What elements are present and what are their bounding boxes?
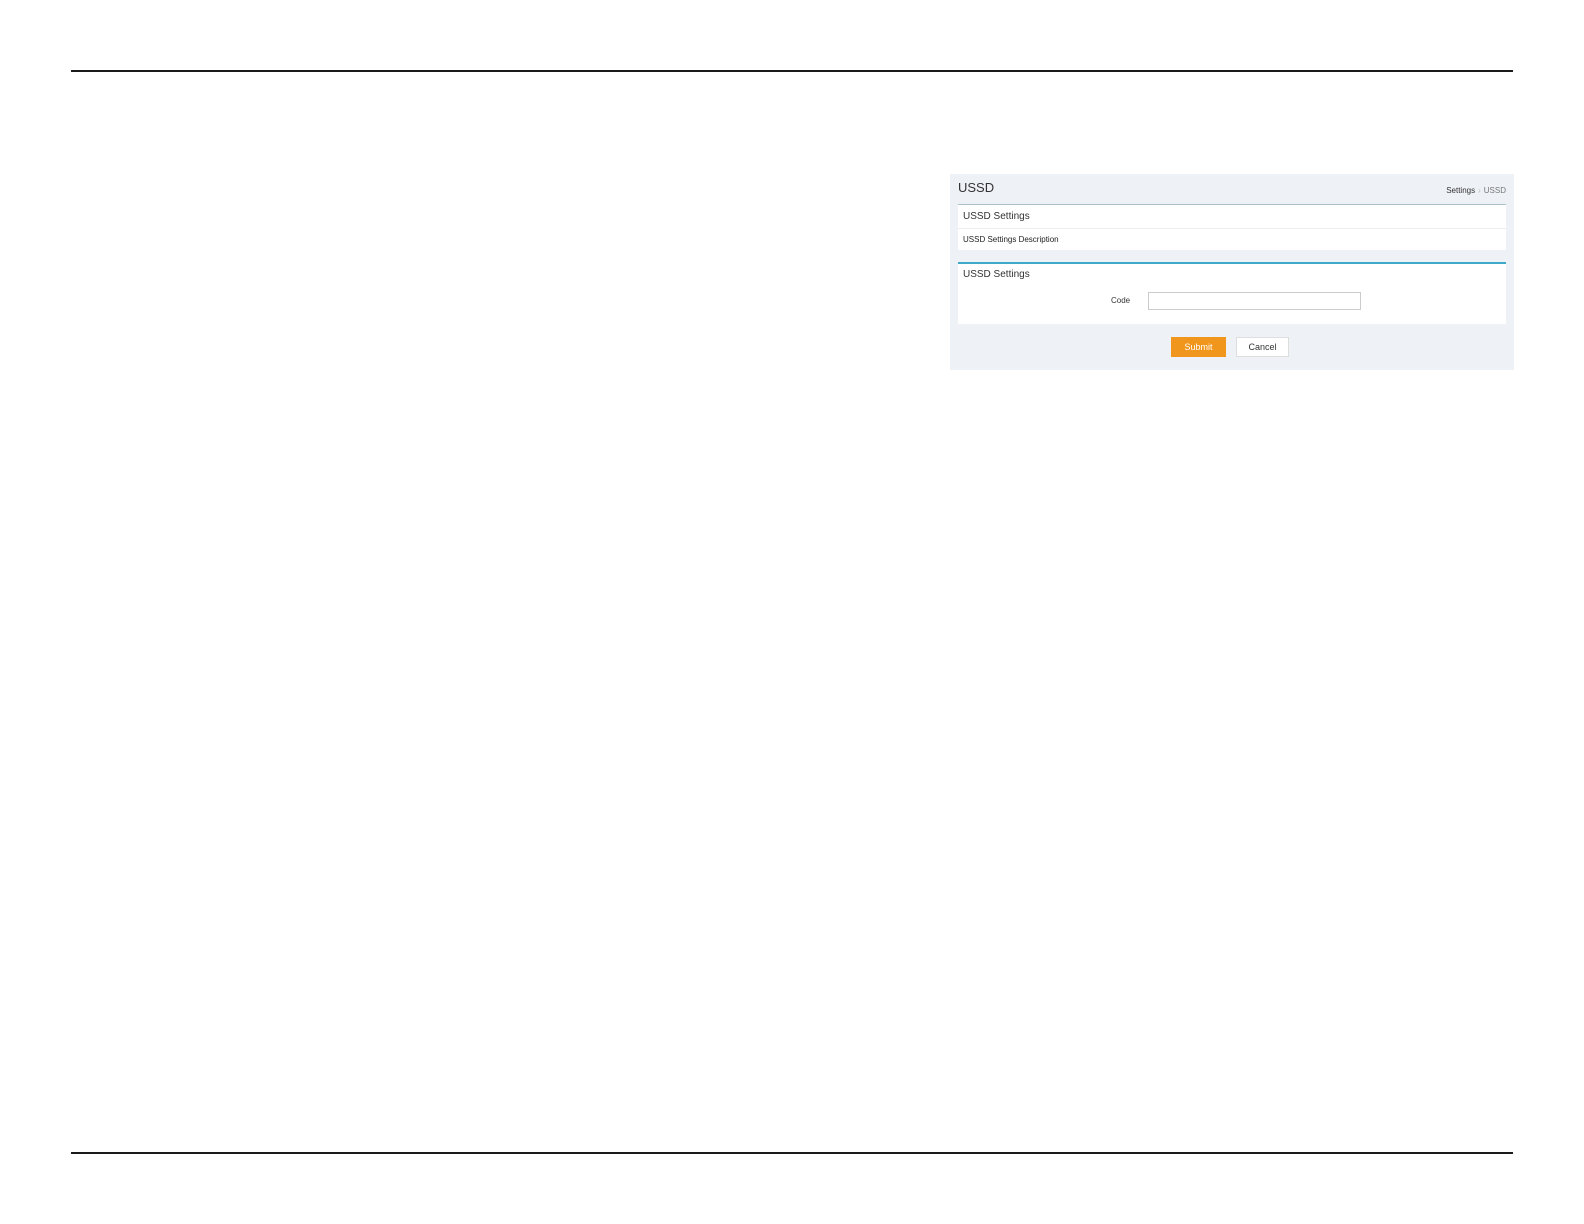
page-header: USSD Settings › USSD: [958, 174, 1506, 205]
breadcrumb-settings[interactable]: Settings: [1446, 186, 1475, 195]
breadcrumb-current: USSD: [1483, 186, 1506, 195]
description-panel: USSD Settings USSD Settings Description: [958, 205, 1506, 250]
breadcrumb-separator: ›: [1478, 186, 1481, 195]
code-label: Code: [1111, 296, 1131, 305]
form-panel-title: USSD Settings: [963, 269, 1030, 280]
ussd-screenshot: USSD Settings › USSD USSD Settings USSD Se…: [950, 174, 1514, 370]
cancel-button[interactable]: Cancel: [1236, 337, 1289, 357]
page-title: USSD: [958, 180, 995, 195]
submit-button[interactable]: Submit: [1171, 337, 1226, 357]
bottom-rule: [71, 1152, 1513, 1154]
description-panel-title: USSD Settings: [963, 211, 1030, 222]
settings-form-panel: USSD Settings Code: [958, 262, 1506, 324]
breadcrumb: Settings › USSD: [1446, 186, 1506, 195]
code-input[interactable]: [1148, 292, 1361, 310]
top-rule: [71, 70, 1513, 72]
panel-divider: [958, 228, 1506, 229]
description-text: USSD Settings Description: [963, 235, 1059, 244]
